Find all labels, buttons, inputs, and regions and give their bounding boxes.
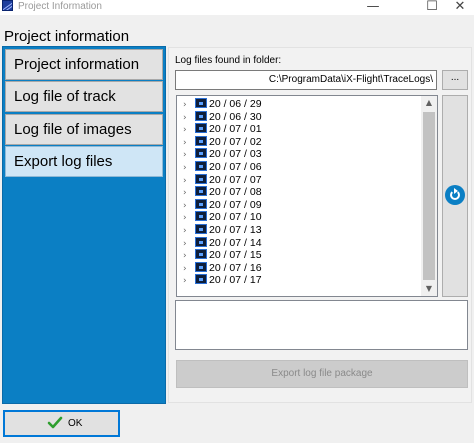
chevron-right-icon[interactable]: › <box>183 225 195 237</box>
calendar-icon <box>195 148 207 159</box>
export-log-output[interactable] <box>175 300 468 350</box>
calendar-icon <box>195 224 207 234</box>
calendar-icon <box>195 186 207 197</box>
calendar-icon <box>195 98 207 108</box>
chevron-right-icon[interactable]: › <box>183 238 195 250</box>
tree-item-label: 20 / 07 / 03 <box>209 148 262 161</box>
nav-item-log-file-of-track[interactable]: Log file of track <box>5 81 163 112</box>
scroll-up-arrow-icon[interactable]: ▲ <box>421 96 437 110</box>
scrollbar-thumb[interactable] <box>423 112 435 280</box>
chevron-right-icon[interactable]: › <box>183 149 195 161</box>
checkmark-icon <box>47 416 63 429</box>
tree-item-label: 20 / 06 / 29 <box>209 98 262 110</box>
tree-item[interactable]: › 20 / 07 / 17 <box>183 274 262 286</box>
close-button[interactable]: ✕ <box>440 0 474 15</box>
refresh-button[interactable] <box>442 95 468 297</box>
chevron-right-icon[interactable]: › <box>183 212 195 224</box>
chevron-right-icon[interactable]: › <box>183 275 195 287</box>
tree-item[interactable]: › 20 / 07 / 08 <box>183 186 262 198</box>
calendar-icon <box>195 173 207 184</box>
tree-item[interactable]: › 20 / 06 / 30 <box>183 110 262 124</box>
dialog-heading: Project information <box>4 28 130 45</box>
chevron-right-icon[interactable]: › <box>183 263 195 275</box>
window-title: Project Information <box>18 1 102 12</box>
app-icon <box>2 0 13 11</box>
calendar-icon <box>195 211 207 222</box>
tree-item[interactable]: › 20 / 07 / 02 <box>183 135 262 149</box>
minimize-button[interactable]: — <box>353 0 393 15</box>
sidebar-nav: Project information Log file of track Lo… <box>2 46 166 404</box>
folder-path-field[interactable]: C:\ProgramData\iX-Flight\TraceLogs\ <box>175 70 437 90</box>
tree-item[interactable]: › 20 / 07 / 07 <box>183 173 262 187</box>
tree-item-label: 20 / 07 / 10 <box>209 211 262 224</box>
chevron-right-icon[interactable]: › <box>183 99 195 111</box>
ok-button[interactable]: OK <box>3 410 120 437</box>
calendar-icon <box>195 249 207 260</box>
calendar-icon <box>195 110 207 121</box>
chevron-right-icon[interactable]: › <box>183 200 195 212</box>
tree-item[interactable]: › 20 / 07 / 01 <box>183 123 262 135</box>
tree-item-label: 20 / 07 / 15 <box>209 249 262 262</box>
log-file-tree[interactable]: › 20 / 06 / 29 › 20 / 06 / 30 › 20 / 07 / 01 ›… <box>176 95 438 297</box>
chevron-right-icon[interactable]: › <box>183 162 195 174</box>
chevron-right-icon[interactable]: › <box>183 250 195 262</box>
tree-item[interactable]: › 20 / 07 / 14 <box>183 236 262 250</box>
calendar-icon <box>195 236 207 247</box>
browse-folder-button[interactable]: ... <box>442 70 468 90</box>
tree-item-label: 20 / 07 / 01 <box>209 123 262 136</box>
tree-item[interactable]: › 20 / 07 / 09 <box>183 198 262 212</box>
tree-item[interactable]: › 20 / 06 / 29 <box>183 98 262 110</box>
tree-item[interactable]: › 20 / 07 / 03 <box>183 148 262 160</box>
tree-item-label: 20 / 07 / 17 <box>209 274 262 287</box>
calendar-icon <box>195 198 207 209</box>
chevron-right-icon[interactable]: › <box>183 137 195 149</box>
chevron-right-icon[interactable]: › <box>183 175 195 187</box>
tree-item[interactable]: › 20 / 07 / 16 <box>183 261 262 275</box>
title-bar: Project Information — ☐ ✕ <box>0 0 474 15</box>
tree-item[interactable]: › 20 / 07 / 15 <box>183 249 262 261</box>
tree-item-label: 20 / 07 / 07 <box>209 173 262 186</box>
calendar-icon <box>195 274 207 285</box>
nav-item-project-information[interactable]: Project information <box>5 49 163 80</box>
chevron-right-icon[interactable]: › <box>183 124 195 136</box>
tree-scrollbar[interactable]: ▲ ▼ <box>421 96 437 296</box>
export-log-package-button[interactable]: Export log file package <box>176 360 468 388</box>
nav-item-log-file-of-images[interactable]: Log file of images <box>5 114 163 145</box>
tree-item-label: 20 / 07 / 14 <box>209 236 262 249</box>
tree-item-label: 20 / 07 / 13 <box>209 224 262 236</box>
chevron-right-icon[interactable]: › <box>183 112 195 124</box>
calendar-icon <box>195 261 207 272</box>
nav-item-export-log-files[interactable]: Export log files <box>5 146 163 177</box>
tree-item[interactable]: › 20 / 07 / 10 <box>183 211 262 223</box>
refresh-icon <box>445 185 465 205</box>
tree-item-label: 20 / 07 / 16 <box>209 261 262 274</box>
tree-item-label: 20 / 06 / 30 <box>209 110 262 123</box>
tree-item-label: 20 / 07 / 08 <box>209 186 262 199</box>
calendar-icon <box>195 161 207 171</box>
tree-item[interactable]: › 20 / 07 / 06 <box>183 161 262 173</box>
tree-item-label: 20 / 07 / 02 <box>209 135 262 148</box>
scroll-down-arrow-icon[interactable]: ▼ <box>421 282 437 296</box>
tree-item[interactable]: › 20 / 07 / 13 <box>183 224 262 236</box>
folder-label: Log files found in folder: <box>175 55 282 66</box>
chevron-right-icon[interactable]: › <box>183 187 195 199</box>
calendar-icon <box>195 135 207 146</box>
calendar-icon <box>195 123 207 134</box>
ok-label: OK <box>68 418 83 429</box>
tree-item-label: 20 / 07 / 06 <box>209 161 262 173</box>
tree-item-label: 20 / 07 / 09 <box>209 198 262 211</box>
